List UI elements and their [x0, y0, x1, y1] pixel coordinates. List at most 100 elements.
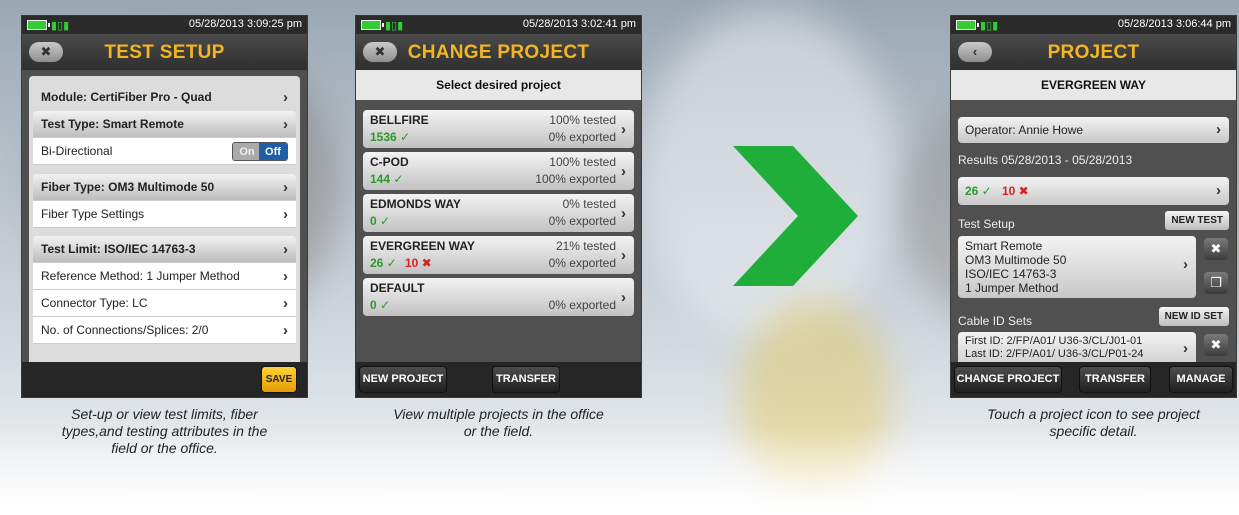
project-item[interactable]: DEFAULT 0 ✓ 0% exported › [363, 278, 634, 316]
bottom-bar: CHANGE PROJECT TRANSFER MANAGE [951, 362, 1236, 397]
fiber-settings-label: Fiber Type Settings [41, 207, 145, 221]
chevron-right-icon: › [283, 241, 288, 258]
caption-line: Touch a project icon to see project [987, 406, 1200, 422]
setup-line: OM3 Multimode 50 [965, 253, 1067, 267]
chevron-right-icon: › [1216, 121, 1221, 138]
page-title: TEST SETUP [104, 42, 225, 63]
setup-line: ISO/IEC 14763-3 [965, 267, 1057, 281]
fiber-type-row[interactable]: Fiber Type: OM3 Multimode 50 › [33, 174, 296, 201]
results-label: Results 05/28/2013 - 05/28/2013 [958, 153, 1133, 167]
results-row[interactable]: 26 ✓ 10 ✖ › [958, 177, 1229, 205]
reference-method-row[interactable]: Reference Method: 1 Jumper Method › [33, 263, 296, 290]
connector-type-label: Connector Type: LC [41, 296, 148, 310]
tested-percent: 100% tested [549, 155, 616, 169]
tested-percent: 100% tested [549, 113, 616, 127]
chevron-right-icon: › [283, 179, 288, 196]
project-item[interactable]: BELLFIRE 1536 ✓ 100% tested 0% exported … [363, 110, 634, 148]
change-project-button[interactable]: CHANGE PROJECT [954, 366, 1062, 393]
status-time: 05/28/2013 3:09:25 pm [188, 18, 302, 30]
chevron-right-icon: › [283, 295, 288, 312]
title-bar: ✖ CHANGE PROJECT [356, 34, 641, 70]
signal-icon: ▮▯▮ [51, 19, 70, 32]
cable-id-label: Cable ID Sets [958, 314, 1033, 328]
test-setup-screen: ▮▯▮ 05/28/2013 3:09:25 pm ✖ TEST SETUP M… [21, 15, 308, 398]
delete-icon[interactable]: ✖ [1204, 334, 1228, 356]
chevron-right-icon: › [621, 247, 626, 264]
new-project-button[interactable]: NEW PROJECT [359, 366, 447, 393]
tested-percent: 21% tested [555, 239, 616, 253]
module-row[interactable]: Module: CertiFiber Pro - Quad › [33, 84, 296, 111]
module-label: Module: CertiFiber Pro - Quad [41, 90, 212, 104]
bidirectional-label: Bi-Directional [41, 144, 113, 158]
exported-percent: 0% exported [548, 256, 616, 270]
transfer-button[interactable]: TRANSFER [492, 366, 560, 393]
chevron-right-icon: › [283, 89, 288, 106]
operator-row[interactable]: Operator: Annie Howe › [958, 117, 1229, 143]
caption-change-project: View multiple projects in the office or … [345, 406, 652, 440]
project-name: EVERGREEN WAY [370, 239, 475, 253]
pass-count: 0 ✓ [370, 298, 391, 312]
test-setup-card[interactable]: Smart Remote OM3 Multimode 50 ISO/IEC 14… [958, 236, 1196, 298]
chevron-right-icon: › [283, 206, 288, 223]
project-name: BELLFIRE [370, 113, 429, 127]
tested-percent: 0% tested [562, 197, 616, 211]
status-time: 05/28/2013 3:02:41 pm [522, 18, 636, 30]
status-bar: ▮▯▮ 05/28/2013 3:06:44 pm [951, 16, 1236, 34]
page-title: CHANGE PROJECT [407, 42, 590, 63]
project-name: DEFAULT [370, 281, 425, 295]
chevron-arrow-icon [733, 146, 858, 286]
battery-icon [27, 20, 50, 30]
test-limit-row[interactable]: Test Limit: ISO/IEC 14763-3 › [33, 236, 296, 263]
subtitle: Select desired project [356, 70, 641, 100]
connections-row[interactable]: No. of Connections/Splices: 2/0 › [33, 317, 296, 344]
connections-label: No. of Connections/Splices: 2/0 [41, 323, 209, 337]
save-button[interactable]: SAVE [261, 366, 297, 393]
connector-type-row[interactable]: Connector Type: LC › [33, 290, 296, 317]
operator-label: Operator: Annie Howe [965, 123, 1084, 137]
status-bar: ▮▯▮ 05/28/2013 3:02:41 pm [356, 16, 641, 34]
bottom-bar: NEW PROJECT TRANSFER [356, 362, 641, 397]
last-id: Last ID: 2/FP/A01/ U36-3/CL/P01-24 [965, 348, 1144, 360]
pass-count: 26 ✓ [370, 256, 397, 270]
new-id-set-button[interactable]: NEW ID SET [1158, 307, 1229, 326]
caption-line: Set-up or view test limits, fiber [71, 406, 258, 422]
exported-percent: 100% exported [535, 172, 616, 186]
battery-icon [361, 20, 384, 30]
chevron-right-icon: › [1216, 182, 1221, 199]
page-title: PROJECT [1047, 42, 1140, 63]
bidirectional-toggle[interactable]: On Off [232, 142, 288, 161]
project-item[interactable]: EDMONDS WAY 0 ✓ 0% tested 0% exported › [363, 194, 634, 232]
fiber-settings-row[interactable]: Fiber Type Settings › [33, 201, 296, 228]
fail-count: 10 ✖ [405, 256, 432, 270]
caption-test-setup: Set-up or view test limits, fiber types,… [21, 406, 308, 457]
settings-panel: Module: CertiFiber Pro - Quad › Test Typ… [29, 76, 300, 366]
caption-line: types,and testing attributes in the [61, 423, 268, 439]
project-detail-screen: ▮▯▮ 05/28/2013 3:06:44 pm ‹ PROJECT EVER… [950, 15, 1237, 398]
project-item[interactable]: C-POD 144 ✓ 100% tested 100% exported › [363, 152, 634, 190]
bottom-bar: SAVE [22, 362, 307, 397]
chevron-right-icon: › [1183, 340, 1188, 357]
test-setup-label: Test Setup [958, 217, 1015, 231]
project-name: EDMONDS WAY [370, 197, 461, 211]
project-name: C-POD [370, 155, 409, 169]
new-test-button[interactable]: NEW TEST [1165, 211, 1229, 230]
exported-percent: 0% exported [548, 298, 616, 312]
signal-icon: ▮▯▮ [980, 19, 999, 32]
copy-icon[interactable]: ❐ [1204, 272, 1228, 294]
test-type-row[interactable]: Test Type: Smart Remote › [33, 111, 296, 138]
subtitle: EVERGREEN WAY [951, 70, 1236, 100]
delete-icon[interactable]: ✖ [1204, 238, 1228, 260]
manage-button[interactable]: MANAGE [1169, 366, 1233, 393]
chevron-right-icon: › [621, 163, 626, 180]
status-time: 05/28/2013 3:06:44 pm [1117, 18, 1231, 30]
transfer-button[interactable]: TRANSFER [1079, 366, 1151, 393]
chevron-right-icon: › [283, 322, 288, 339]
battery-icon [956, 20, 979, 30]
caption-line: or the field. [463, 423, 534, 439]
pass-count: 144 ✓ [370, 172, 404, 186]
pass-count: 0 ✓ [370, 214, 391, 228]
project-item[interactable]: EVERGREEN WAY 26 ✓ 10 ✖ 21% tested 0% ex… [363, 236, 634, 274]
reference-method-label: Reference Method: 1 Jumper Method [41, 269, 240, 283]
setup-line: 1 Jumper Method [965, 281, 1059, 295]
chevron-right-icon: › [621, 205, 626, 222]
